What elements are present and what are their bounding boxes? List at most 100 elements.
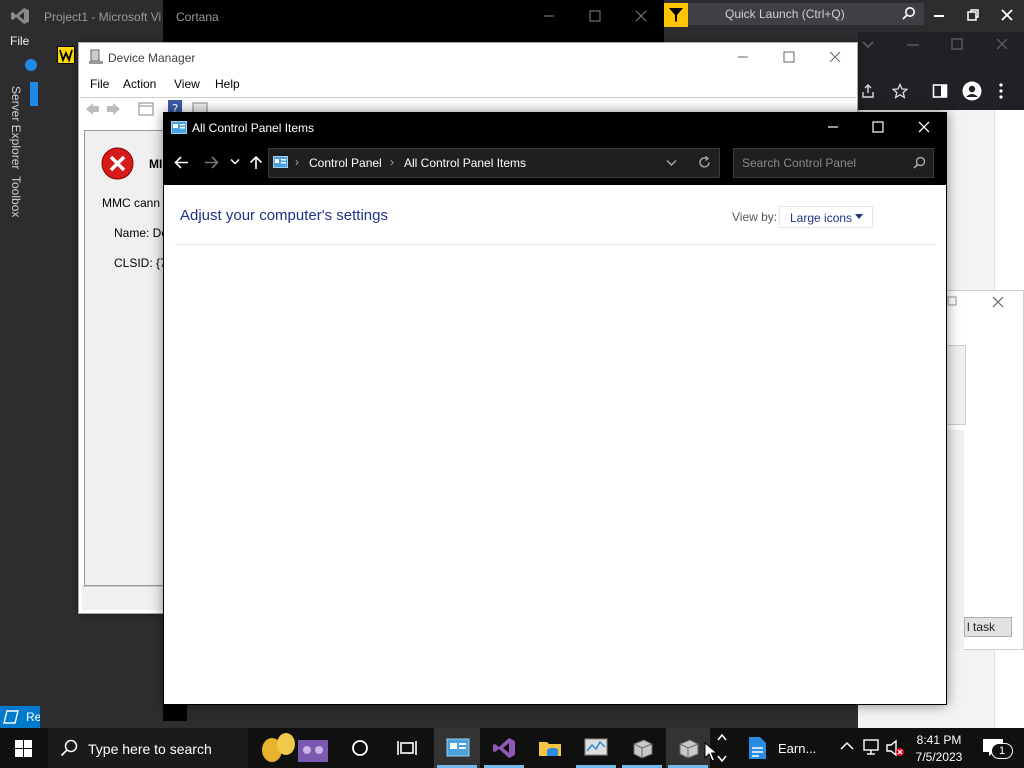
error-icon [101,147,134,180]
search-icon[interactable] [913,156,926,169]
view-by-label: View by: [732,210,778,224]
divider [175,244,935,245]
cp-minimize-icon[interactable] [827,121,839,133]
recent-locations-chevron-icon[interactable] [230,158,240,166]
hidden-window-fragment [163,705,187,721]
vs-minimize-icon[interactable] [931,7,947,23]
up-icon[interactable] [249,155,263,170]
taskbar-performance-monitor-icon[interactable] [584,736,608,760]
breadcrumb-control-panel[interactable]: Control Panel [309,156,382,170]
breadcrumb-all-items[interactable]: All Control Panel Items [404,156,526,170]
control-panel-title: All Control Panel Items [192,121,315,135]
taskbar-document-icon[interactable] [746,736,768,760]
vs-side-accent [30,82,38,106]
search-icon [60,739,78,757]
filter-icon [669,8,683,22]
breadcrumb-separator-icon: › [295,155,299,169]
taskbar-device-manager-icon[interactable] [630,736,654,760]
devmgr-menu-view[interactable]: View [174,77,200,91]
vs-status-label: Re [26,710,40,724]
device-manager-icon [89,49,103,64]
error-message: MMC cann [102,196,161,210]
toolbox-tab[interactable]: Toolbox [9,176,23,217]
forward-arrow-icon[interactable] [106,101,122,117]
vs-status-badge: Re [0,706,40,728]
show-hidden-icons-chevron-icon[interactable] [840,741,854,751]
vs-window-title: Project1 - Microsoft Vi [44,10,162,24]
server-explorer-tab[interactable]: Server Explorer [9,86,23,169]
devmgr-menu-help[interactable]: Help [215,77,240,91]
control-panel-window [163,112,947,705]
profile-avatar-icon[interactable] [962,81,982,101]
taskbar-file-explorer-icon[interactable] [538,736,562,760]
chevron-down-icon[interactable] [862,40,874,50]
devmgr-maximize-icon[interactable] [783,51,795,63]
address-dropdown-chevron-icon[interactable] [666,159,677,167]
device-manager-title: Device Manager [108,51,196,65]
cortana-window [163,0,664,44]
vs-restore-icon[interactable] [965,7,981,23]
cortana-circle-icon[interactable] [351,739,369,757]
cp-maximize-icon[interactable] [872,121,884,133]
task-dialog-scroll [946,430,964,650]
browser-close-icon[interactable] [996,38,1008,50]
vs-back-icon[interactable] [24,58,38,72]
task-dialog-maximize-icon[interactable] [947,296,957,306]
cortana-close-icon[interactable] [635,10,647,22]
theater-masks-icon [262,733,328,762]
share-icon[interactable] [860,83,876,99]
visual-studio-logo-icon [11,8,29,24]
vs-left-toolbar: Server Explorer Toolbox [0,56,30,728]
vs-menu-file[interactable]: File [10,34,29,48]
breadcrumb-separator-icon: › [390,155,394,169]
windows-start-icon[interactable] [15,740,32,757]
end-task-button[interactable]: l task [964,617,1012,637]
devmgr-status-bar [82,586,164,610]
vs-close-icon[interactable] [999,7,1015,23]
sidebar-icon[interactable] [932,83,948,99]
cortana-maximize-icon[interactable] [589,10,601,22]
devmgr-menu-file[interactable]: File [90,77,109,91]
cp-close-icon[interactable] [918,121,930,133]
control-panel-icon [171,121,187,134]
properties-icon[interactable] [138,102,154,116]
view-by-dropdown[interactable]: Large icons [779,206,873,228]
page-title: Adjust your computer's settings [180,207,388,224]
back-icon[interactable] [174,155,189,170]
more-menu-icon[interactable] [998,83,1004,99]
source-control-icon [3,710,19,724]
refresh-icon[interactable] [698,156,711,169]
browser-tabstrip [858,32,1024,72]
task-view-icon[interactable] [397,739,417,757]
quick-launch-placeholder: Quick Launch (Ctrl+Q) [725,7,845,21]
error-name: Name: De [114,226,164,240]
taskbar-control-panel-icon[interactable] [446,736,470,760]
taskbar-search-placeholder: Type here to search [88,741,212,757]
task-dialog-close-icon[interactable] [992,296,1004,308]
taskbar-clock-date[interactable]: 7/5/2023 [904,750,974,764]
devmgr-minimize-icon[interactable] [737,51,749,63]
taskbar-device-manager-2-icon[interactable] [676,736,700,760]
network-icon[interactable] [862,739,880,755]
devmgr-menu-action[interactable]: Action [123,77,156,91]
error-clsid: CLSID: {74 [114,256,164,270]
taskbar-visual-studio-icon[interactable] [492,736,516,760]
search-icon[interactable] [902,6,916,20]
error-heading: MI [149,157,163,171]
wordpad-taskbar-icon [57,46,75,64]
star-icon[interactable] [892,83,908,99]
volume-muted-icon[interactable] [885,739,905,757]
back-arrow-icon[interactable] [84,101,100,117]
forward-icon[interactable] [204,155,219,170]
browser-maximize-icon[interactable] [951,38,963,50]
caret-down-icon [855,214,863,219]
taskbar-clock-time[interactable]: 8:41 PM [904,733,974,747]
address-control-panel-icon [273,156,288,168]
devmgr-close-icon[interactable] [829,51,841,63]
cortana-minimize-icon[interactable] [543,10,555,22]
browser-minimize-icon[interactable] [906,40,920,50]
notification-count-badge: 1 [991,743,1013,759]
mouse-cursor-icon [704,742,718,762]
taskbar-app-label[interactable]: Earn... [778,741,816,756]
vs-feedback-filter-button[interactable] [664,3,688,27]
